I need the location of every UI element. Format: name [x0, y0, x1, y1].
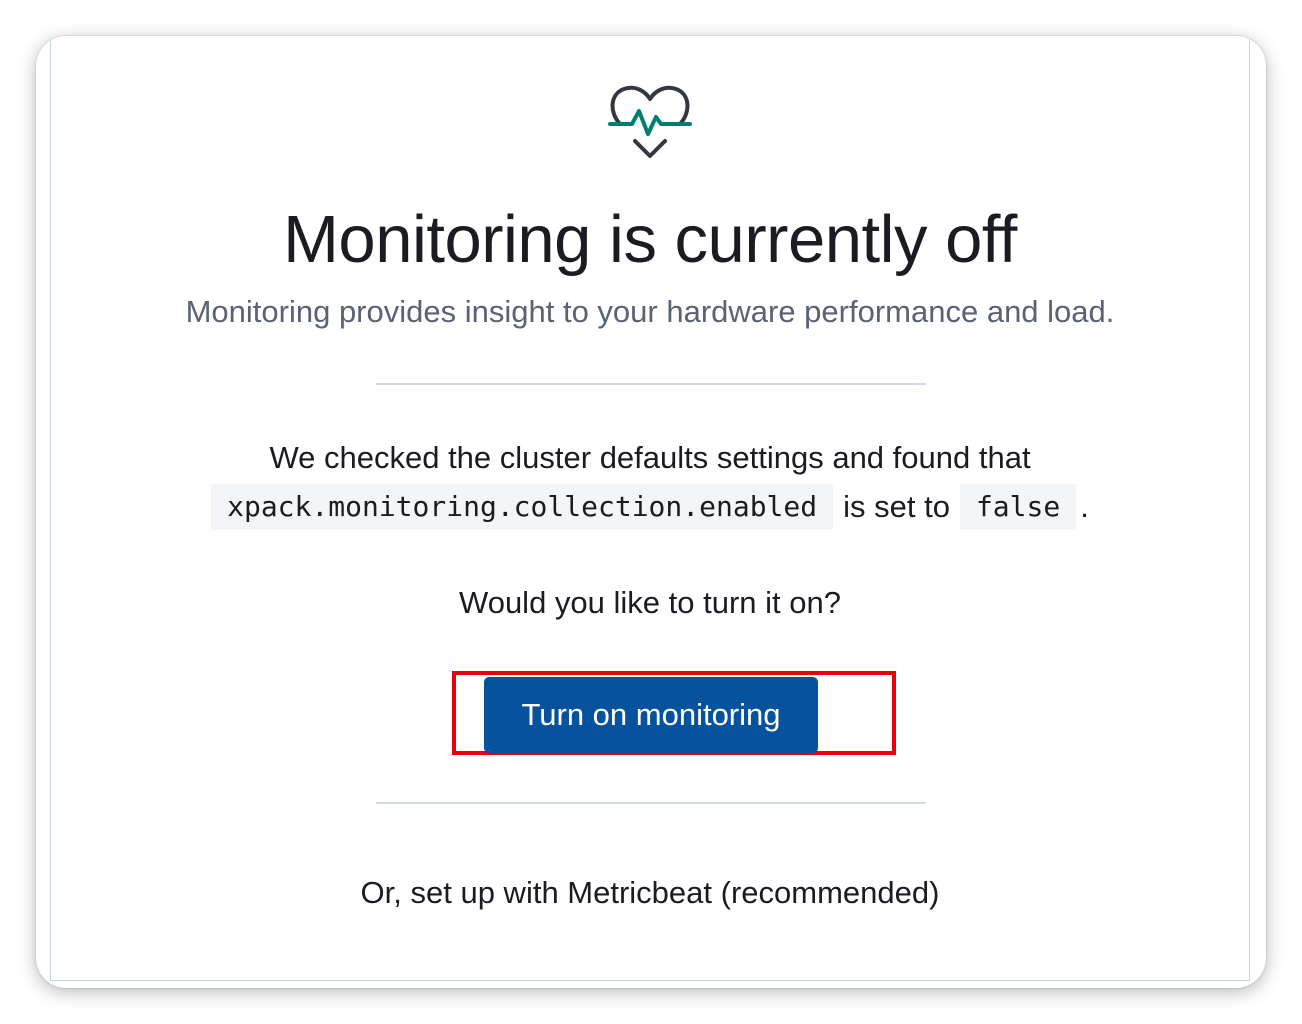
- icon-container: [51, 82, 1249, 158]
- heart-pulse-icon: [608, 85, 692, 158]
- description-line-2: xpack.monitoring.collection.enabled is s…: [51, 482, 1249, 532]
- description-period: .: [1080, 489, 1089, 524]
- description-line-1: We checked the cluster defaults settings…: [269, 440, 1031, 475]
- metricbeat-setup-link[interactable]: Or, set up with Metricbeat (recommended): [51, 872, 1249, 914]
- divider-bottom: [376, 802, 926, 804]
- page-title: Monitoring is currently off: [283, 202, 1017, 277]
- setting-value-code: false: [959, 484, 1077, 530]
- turn-on-monitoring-button[interactable]: Turn on monitoring: [484, 677, 818, 753]
- turn-on-question: Would you like to turn it on?: [459, 585, 841, 620]
- page-subtitle: Monitoring provides insight to your hard…: [185, 294, 1115, 329]
- divider-top: [376, 383, 926, 385]
- app-window: Monitoring is currently off Monitoring p…: [36, 36, 1266, 988]
- monitoring-panel: Monitoring is currently off Monitoring p…: [50, 36, 1250, 981]
- description-middle-text: is set to: [843, 489, 950, 524]
- setting-name-code: xpack.monitoring.collection.enabled: [211, 484, 834, 530]
